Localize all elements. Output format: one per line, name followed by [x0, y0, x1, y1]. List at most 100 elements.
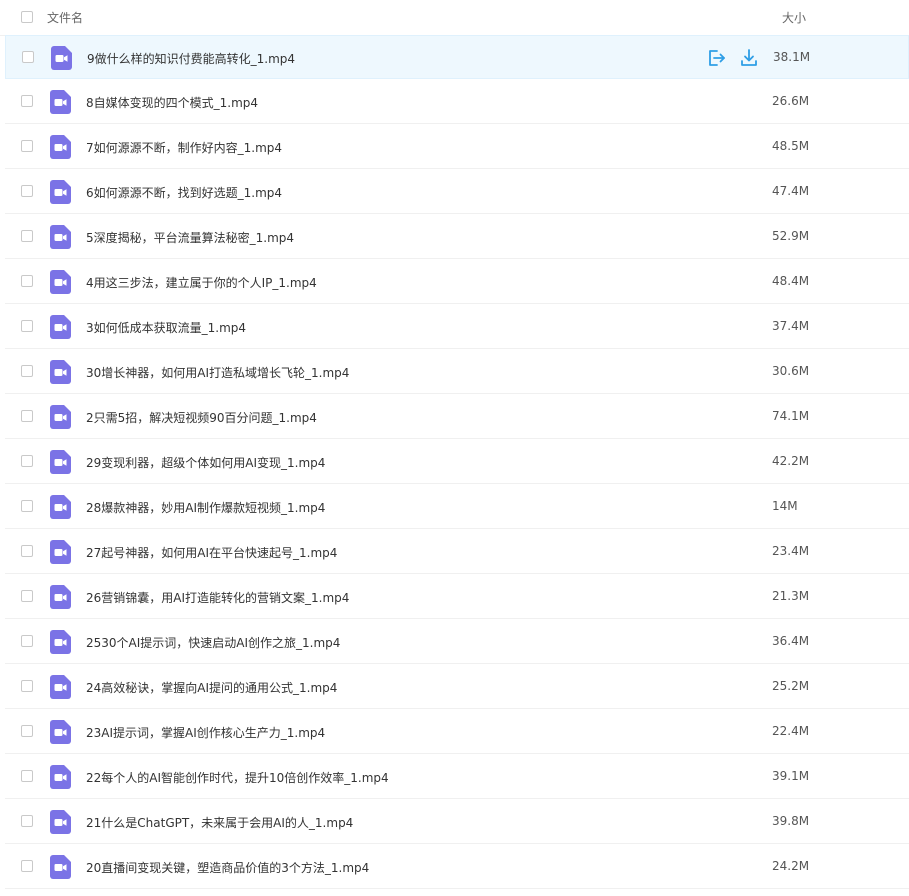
file-row[interactable]: 24高效秘诀，掌握向AI提问的通用公式_1.mp4 25.2M [5, 665, 909, 709]
file-row[interactable]: 8自媒体变现的四个模式_1.mp4 26.6M [5, 80, 909, 124]
video-file-icon [50, 450, 71, 474]
file-row[interactable]: 2只需5招，解决短视频90百分问题_1.mp4 74.1M [5, 395, 909, 439]
file-name[interactable]: 8自媒体变现的四个模式_1.mp4 [86, 94, 258, 111]
row-checkbox[interactable] [21, 410, 33, 422]
file-size: 14M [772, 499, 798, 513]
file-name[interactable]: 20直播间变现关键，塑造商品价值的3个方法_1.mp4 [86, 859, 369, 876]
file-size: 39.8M [772, 814, 810, 828]
file-row[interactable]: 2530个AI提示词，快速启动AI创作之旅_1.mp4 36.4M [5, 620, 909, 664]
file-name[interactable]: 21什么是ChatGPT，未来属于会用AI的人_1.mp4 [86, 814, 353, 831]
video-file-icon [50, 180, 71, 204]
file-name[interactable]: 26营销锦囊，用AI打造能转化的营销文案_1.mp4 [86, 589, 349, 606]
file-row[interactable]: 28爆款神器，妙用AI制作爆款短视频_1.mp4 14M [5, 485, 909, 529]
file-size: 30.6M [772, 364, 810, 378]
file-row[interactable]: 23AI提示词，掌握AI创作核心生产力_1.mp4 22.4M [5, 710, 909, 754]
row-checkbox[interactable] [21, 680, 33, 692]
video-file-icon [50, 675, 71, 699]
row-checkbox[interactable] [21, 275, 33, 287]
file-size: 74.1M [772, 409, 810, 423]
file-name[interactable]: 29变现利器，超级个体如何用AI变现_1.mp4 [86, 454, 325, 471]
row-checkbox[interactable] [21, 770, 33, 782]
file-row[interactable]: 30增长神器，如何用AI打造私域增长飞轮_1.mp4 30.6M [5, 350, 909, 394]
column-header-size[interactable]: 大小 [782, 9, 806, 26]
share-icon[interactable] [706, 48, 726, 68]
video-file-icon [50, 495, 71, 519]
file-size: 48.5M [772, 139, 810, 153]
file-row[interactable]: 9做什么样的知识付费能高转化_1.mp4 38.1M [5, 35, 909, 79]
file-name[interactable]: 27起号神器，如何用AI在平台快速起号_1.mp4 [86, 544, 337, 561]
video-file-icon [50, 720, 71, 744]
file-size: 21.3M [772, 589, 810, 603]
file-name[interactable]: 23AI提示词，掌握AI创作核心生产力_1.mp4 [86, 724, 325, 741]
row-checkbox[interactable] [21, 545, 33, 557]
file-row[interactable]: 5深度揭秘，平台流量算法秘密_1.mp4 52.9M [5, 215, 909, 259]
select-all-checkbox[interactable] [21, 11, 33, 23]
file-row[interactable]: 21什么是ChatGPT，未来属于会用AI的人_1.mp4 39.8M [5, 800, 909, 844]
file-name[interactable]: 5深度揭秘，平台流量算法秘密_1.mp4 [86, 229, 294, 246]
video-file-icon [50, 630, 71, 654]
video-file-icon [50, 225, 71, 249]
video-file-icon [50, 810, 71, 834]
file-size: 36.4M [772, 634, 810, 648]
file-name[interactable]: 7如何源源不断，制作好内容_1.mp4 [86, 139, 282, 156]
video-file-icon [50, 270, 71, 294]
row-checkbox[interactable] [21, 95, 33, 107]
file-size: 26.6M [772, 94, 810, 108]
file-size: 37.4M [772, 319, 810, 333]
video-file-icon [50, 135, 71, 159]
file-row[interactable]: 7如何源源不断，制作好内容_1.mp4 48.5M [5, 125, 909, 169]
video-file-icon [50, 315, 71, 339]
video-file-icon [51, 46, 72, 70]
row-checkbox[interactable] [21, 815, 33, 827]
file-row[interactable]: 26营销锦囊，用AI打造能转化的营销文案_1.mp4 21.3M [5, 575, 909, 619]
file-size: 22.4M [772, 724, 810, 738]
file-name[interactable]: 24高效秘诀，掌握向AI提问的通用公式_1.mp4 [86, 679, 337, 696]
row-checkbox[interactable] [21, 590, 33, 602]
file-size: 39.1M [772, 769, 810, 783]
row-checkbox[interactable] [22, 51, 34, 63]
file-name[interactable]: 2530个AI提示词，快速启动AI创作之旅_1.mp4 [86, 634, 340, 651]
file-size: 48.4M [772, 274, 810, 288]
file-name[interactable]: 30增长神器，如何用AI打造私域增长飞轮_1.mp4 [86, 364, 349, 381]
row-checkbox[interactable] [21, 500, 33, 512]
file-name[interactable]: 4用这三步法，建立属于你的个人IP_1.mp4 [86, 274, 317, 291]
video-file-icon [50, 585, 71, 609]
file-list-header: 文件名 大小 [0, 0, 909, 36]
file-size: 23.4M [772, 544, 810, 558]
video-file-icon [50, 540, 71, 564]
row-checkbox[interactable] [21, 635, 33, 647]
file-row[interactable]: 3如何低成本获取流量_1.mp4 37.4M [5, 305, 909, 349]
file-name[interactable]: 9做什么样的知识付费能高转化_1.mp4 [87, 50, 295, 67]
video-file-icon [50, 360, 71, 384]
file-name[interactable]: 22每个人的AI智能创作时代，提升10倍创作效率_1.mp4 [86, 769, 389, 786]
file-row[interactable]: 27起号神器，如何用AI在平台快速起号_1.mp4 23.4M [5, 530, 909, 574]
video-file-icon [50, 405, 71, 429]
download-icon[interactable] [739, 48, 759, 68]
file-row[interactable]: 6如何源源不断，找到好选题_1.mp4 47.4M [5, 170, 909, 214]
row-checkbox[interactable] [21, 455, 33, 467]
file-size: 24.2M [772, 859, 810, 873]
file-row[interactable]: 29变现利器，超级个体如何用AI变现_1.mp4 42.2M [5, 440, 909, 484]
file-size: 52.9M [772, 229, 810, 243]
file-name[interactable]: 2只需5招，解决短视频90百分问题_1.mp4 [86, 409, 317, 426]
video-file-icon [50, 855, 71, 879]
file-size: 38.1M [773, 50, 811, 64]
video-file-icon [50, 765, 71, 789]
file-size: 25.2M [772, 679, 810, 693]
file-size: 42.2M [772, 454, 810, 468]
row-checkbox[interactable] [21, 320, 33, 332]
row-checkbox[interactable] [21, 725, 33, 737]
file-row[interactable]: 22每个人的AI智能创作时代，提升10倍创作效率_1.mp4 39.1M [5, 755, 909, 799]
file-row[interactable]: 4用这三步法，建立属于你的个人IP_1.mp4 48.4M [5, 260, 909, 304]
row-checkbox[interactable] [21, 365, 33, 377]
row-checkbox[interactable] [21, 230, 33, 242]
file-row[interactable]: 20直播间变现关键，塑造商品价值的3个方法_1.mp4 24.2M [5, 845, 909, 889]
file-name[interactable]: 6如何源源不断，找到好选题_1.mp4 [86, 184, 282, 201]
file-name[interactable]: 28爆款神器，妙用AI制作爆款短视频_1.mp4 [86, 499, 325, 516]
column-header-name[interactable]: 文件名 [47, 9, 83, 26]
file-name[interactable]: 3如何低成本获取流量_1.mp4 [86, 319, 246, 336]
video-file-icon [50, 90, 71, 114]
row-checkbox[interactable] [21, 185, 33, 197]
row-checkbox[interactable] [21, 860, 33, 872]
row-checkbox[interactable] [21, 140, 33, 152]
